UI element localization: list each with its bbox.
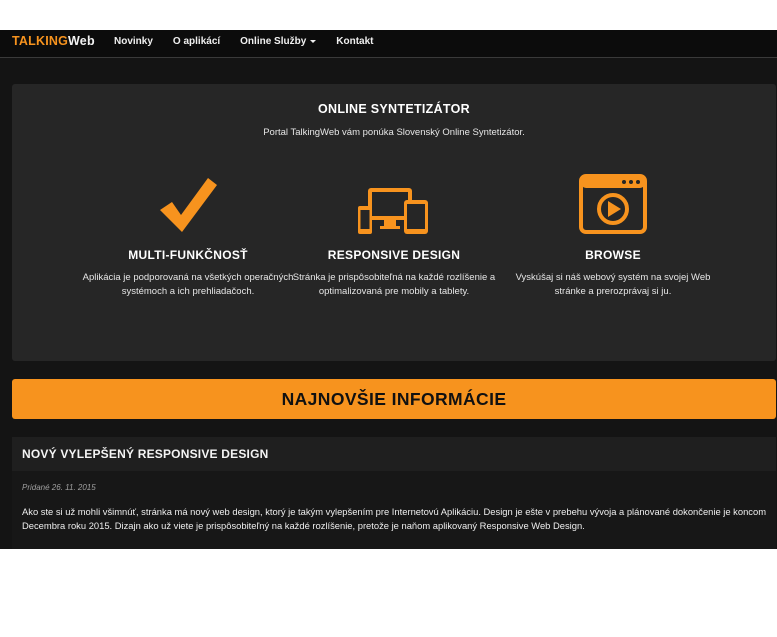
nav-item-kontakt[interactable]: Kontakt [336,36,373,47]
brand-part-web: Web [68,34,95,48]
feature-responsive-design: RESPONSIVE DESIGN Stránka je prispôsobit… [282,174,506,299]
article-text: Ako ste si už mohli všimnúť, stránka má … [22,506,766,531]
nav-links: Novinky O aplikácí Online Služby Kontakt [114,36,374,47]
feature-title: RESPONSIVE DESIGN [327,248,461,262]
news-article: NOVÝ VYLEPŠENÝ RESPONSIVE DESIGN Pridané… [12,437,776,549]
browser-play-icon [501,174,725,240]
brand-logo[interactable]: TALKINGWeb [12,34,95,48]
feature-browse: BROWSE Vyskúšaj si náš webový systém na … [501,174,725,299]
feature-text: Stránka je prispôsobiteľná na každé rozl… [292,272,496,297]
navbar: TALKINGWeb Novinky O aplikácí Online Slu… [0,30,777,58]
devices-icon [282,174,506,240]
website: TALKINGWeb Novinky O aplikácí Online Slu… [0,30,777,549]
nav-item-online-sluzby-label: Online Služby [240,36,307,47]
feature-title: BROWSE [585,248,641,262]
checkmark-icon [76,174,300,240]
article-date: Pridané 26. 11. 2015 [22,483,96,492]
news-banner: NAJNOVŠIE INFORMÁCIE [12,379,776,419]
hero-title: ONLINE SYNTETIZÁTOR [317,102,470,116]
feature-multi-funkcnost: MULTI-FUNKČNOSŤ Aplikácia je podporovaná… [76,174,300,299]
hero-subtitle: Portal TalkingWeb vám ponúka Slovenský O… [263,127,525,138]
nav-item-o-aplikacii[interactable]: O aplikácí [173,36,220,47]
article-header: NOVÝ VYLEPŠENÝ RESPONSIVE DESIGN [12,437,776,471]
feature-title: MULTI-FUNKČNOSŤ [128,248,248,262]
article-title[interactable]: NOVÝ VYLEPŠENÝ RESPONSIVE DESIGN [22,447,268,461]
hero-panel: ONLINE SYNTETIZÁTOR Portal TalkingWeb vá… [12,84,776,361]
feature-text: Aplikácia je podporovaná na všetkých ope… [82,272,294,297]
feature-text: Vyskúšaj si náš webový systém na svojej … [515,272,711,297]
nav-item-online-sluzby[interactable]: Online Služby [240,36,317,47]
chevron-down-icon [310,39,317,43]
article-body: Pridané 26. 11. 2015 Ako ste si už mohli… [12,471,776,549]
brand-part-talking: TALKING [12,34,69,48]
nav-item-novinky[interactable]: Novinky [114,36,153,47]
